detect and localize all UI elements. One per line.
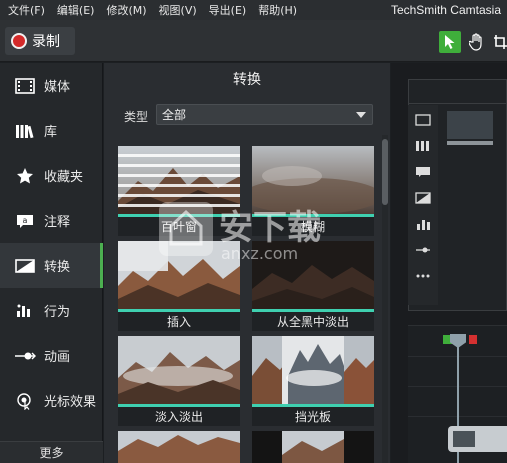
menu-edit[interactable]: 编辑(E) <box>51 2 101 18</box>
transition-label: 淡入淡出 <box>154 410 203 424</box>
type-dropdown[interactable]: 全部 <box>156 104 373 125</box>
transition-label: 插入 <box>166 315 191 329</box>
annotation-icon[interactable] <box>414 165 432 179</box>
sidebar-item-animations[interactable]: 动画 <box>0 333 103 378</box>
playhead-handle[interactable] <box>450 334 466 348</box>
editor-area <box>391 63 507 463</box>
library-icon <box>14 122 36 140</box>
type-dropdown-value: 全部 <box>162 108 187 122</box>
sidebar-item-library[interactable]: 库 <box>0 108 103 153</box>
pointer-tool-button[interactable] <box>439 31 461 53</box>
panel-scrollbar[interactable] <box>382 135 388 463</box>
toolbar: 录制 <box>0 20 507 62</box>
library-icon[interactable] <box>414 139 432 153</box>
menu-bar: 文件(F) 编辑(E) 修改(M) 视图(V) 导出(E) 帮助(H) Tech… <box>0 0 507 20</box>
transition-thumbnail <box>252 431 374 463</box>
crop-icon <box>494 35 507 49</box>
menu-help[interactable]: 帮助(H) <box>252 2 303 18</box>
record-button[interactable]: 录制 <box>5 27 75 55</box>
transition-tile[interactable] <box>252 431 374 463</box>
menu-view[interactable]: 视图(V) <box>153 2 203 18</box>
sidebar-item-transitions[interactable]: 转换 <box>0 243 103 288</box>
pointer-icon <box>445 35 455 49</box>
crop-tool-button[interactable] <box>492 31 507 53</box>
sidebar-item-label: 转换 <box>44 260 71 275</box>
mini-toolstrip <box>408 105 438 305</box>
timeline[interactable] <box>408 325 507 463</box>
sidebar-item-annotations[interactable]: a 注释 <box>0 198 103 243</box>
playhead-out-marker[interactable] <box>469 335 477 344</box>
transition-label: 挡光板 <box>294 410 331 424</box>
sidebar-item-label: 动画 <box>44 350 71 365</box>
sidebar-item-media[interactable]: 媒体 <box>0 63 103 108</box>
film-icon <box>14 77 36 95</box>
watermark-text: 安下载 <box>219 208 321 248</box>
sidebar-item-label: 注释 <box>44 215 71 230</box>
transition-label: 从全黑中淡出 <box>276 315 349 329</box>
transition-tile-barn-door[interactable]: 挡光板 <box>252 336 374 426</box>
transition-icon[interactable] <box>414 191 432 205</box>
clip-thumbnail <box>453 431 475 447</box>
canvas-preview[interactable] <box>447 111 493 139</box>
menu-export[interactable]: 导出(E) <box>203 2 253 18</box>
sidebar-item-cursor-effects[interactable]: 光标效果 <box>0 378 103 423</box>
menu-file[interactable]: 文件(F) <box>0 2 51 18</box>
canvas-preview-bar <box>447 141 493 145</box>
timeline-clip[interactable] <box>448 426 507 452</box>
transition-tile-fade-in-out[interactable]: 淡入淡出 <box>118 336 240 426</box>
watermark: 安下载 anxz.com <box>155 198 355 270</box>
sidebar-item-favorites[interactable]: 收藏夹 <box>0 153 103 198</box>
sidebar-item-behaviors[interactable]: 行为 <box>0 288 103 333</box>
behavior-icon <box>14 302 36 320</box>
panel-title: 转换 <box>233 72 261 88</box>
annotation-icon: a <box>14 212 36 230</box>
sidebar-item-label: 行为 <box>44 305 71 320</box>
canvas-divider <box>408 103 507 104</box>
more-dots-icon[interactable] <box>414 269 432 283</box>
svg-text:a: a <box>23 216 28 225</box>
cursor-effect-icon <box>14 392 36 410</box>
record-label: 录制 <box>32 34 60 50</box>
watermark-subtext: anxz.com <box>221 244 299 263</box>
more-button[interactable]: 更多 <box>0 441 103 463</box>
sidebar: 媒体 库 收藏夹 a 注释 转换 行为 动画 光标效果 更多 <box>0 63 103 463</box>
star-icon <box>14 167 36 185</box>
sidebar-item-label: 媒体 <box>44 80 71 95</box>
sidebar-item-label: 库 <box>44 125 58 140</box>
hand-icon <box>469 33 482 51</box>
film-icon[interactable] <box>414 113 432 127</box>
more-label: 更多 <box>39 446 64 460</box>
type-label: 类型 <box>124 110 149 124</box>
behavior-icon[interactable] <box>414 217 432 231</box>
sidebar-item-label: 光标效果 <box>44 395 97 410</box>
scrollbar-thumb[interactable] <box>382 139 388 205</box>
chevron-down-icon <box>356 112 366 118</box>
app-title: TechSmith Camtasia <box>390 3 501 17</box>
animation-icon[interactable] <box>414 243 432 257</box>
record-icon <box>11 33 27 49</box>
transition-tile[interactable] <box>118 431 240 463</box>
sidebar-item-label: 收藏夹 <box>44 170 84 185</box>
menu-modify[interactable]: 修改(M) <box>100 2 152 18</box>
transition-thumbnail <box>118 336 240 406</box>
transition-icon <box>14 257 36 275</box>
animation-icon <box>14 347 36 365</box>
hand-tool-button[interactable] <box>466 31 488 53</box>
transition-thumbnail <box>118 431 240 463</box>
transition-thumbnail <box>252 336 374 406</box>
